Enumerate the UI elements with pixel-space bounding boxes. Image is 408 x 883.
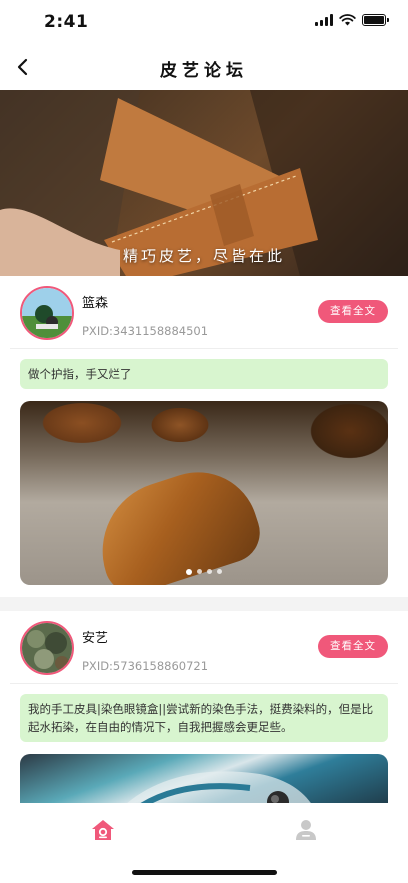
cellular-signal-icon: [315, 14, 333, 26]
post-card[interactable]: 安艺 PXID:5736158860721 查看全文 我的手工皮具|染色眼镜盒|…: [0, 611, 408, 803]
avatar-photo: [22, 288, 72, 338]
status-bar: 2:41: [0, 0, 408, 44]
wifi-icon: [339, 14, 356, 26]
post-feed[interactable]: 篮森 PXID:3431158884501 查看全文 做个护指，手又烂了 安艺 …: [0, 276, 408, 803]
avatar[interactable]: [20, 621, 74, 675]
home-indicator: [132, 870, 277, 875]
post-card[interactable]: 篮森 PXID:3431158884501 查看全文 做个护指，手又烂了: [0, 276, 408, 597]
status-time: 2:41: [44, 12, 89, 32]
banner-image[interactable]: 精巧皮艺，尽皆在此: [0, 90, 408, 276]
post-header: 安艺 PXID:5736158860721 查看全文: [20, 621, 388, 677]
post-text: 我的手工皮具|染色眼镜盒||尝试新的染色手法，挺费染料的，但是比起水拓染，在自由…: [20, 694, 388, 742]
author-pxid: PXID:5736158860721: [82, 659, 209, 673]
status-icons: [315, 14, 389, 26]
banner-caption: 精巧皮艺，尽皆在此: [122, 247, 285, 265]
dyed-glasses-case-illustration: [127, 771, 311, 803]
carousel-dot[interactable]: [197, 569, 202, 574]
carousel-dot[interactable]: [217, 569, 222, 574]
battery-icon: [362, 14, 389, 26]
carousel-dot[interactable]: [186, 569, 192, 575]
post-text: 做个护指，手又烂了: [20, 359, 388, 389]
page-title: 皮艺论坛: [160, 61, 248, 81]
divider: [10, 348, 398, 349]
author-name: 安艺: [82, 631, 109, 646]
nav-bar: 皮艺论坛: [0, 44, 408, 90]
post-header: 篮森 PXID:3431158884501 查看全文: [20, 286, 388, 342]
person-icon: [296, 820, 316, 840]
avatar-photo: [22, 623, 72, 673]
author-name: 篮森: [82, 296, 109, 311]
read-more-button[interactable]: 查看全文: [318, 635, 388, 658]
carousel-dot[interactable]: [207, 569, 212, 574]
tab-home[interactable]: [88, 815, 118, 845]
read-more-button[interactable]: 查看全文: [318, 300, 388, 323]
carousel-dots: [20, 569, 388, 575]
tab-bar: [0, 803, 408, 883]
divider: [10, 683, 398, 684]
post-image-carousel[interactable]: [20, 401, 388, 585]
post-image-carousel[interactable]: [20, 754, 388, 803]
author-pxid: PXID:3431158884501: [82, 324, 209, 338]
home-icon: [92, 820, 114, 840]
tab-profile[interactable]: [291, 815, 321, 845]
leather-thimble-illustration: [84, 456, 268, 585]
avatar[interactable]: [20, 286, 74, 340]
